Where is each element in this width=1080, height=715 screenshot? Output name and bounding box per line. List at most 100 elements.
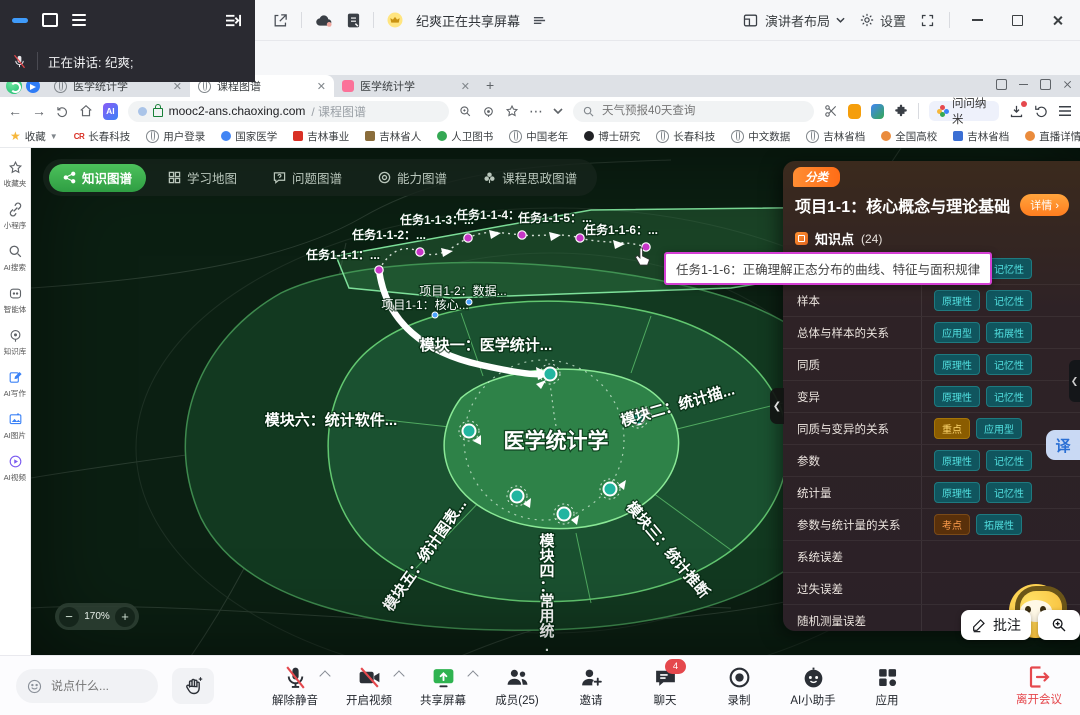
home-icon[interactable] [79, 104, 93, 118]
bookmark-item[interactable]: ★收藏▼ [10, 129, 58, 144]
bookmark-item[interactable]: 中文数据 [731, 129, 790, 144]
bookmark-item[interactable]: 博士研究 [584, 129, 640, 144]
refresh-icon[interactable] [56, 105, 69, 118]
browser-maximize-button[interactable] [1040, 79, 1051, 90]
magnify-button[interactable] [1038, 610, 1080, 640]
chevron-up-icon[interactable] [319, 670, 330, 681]
task-label[interactable]: 任务1-1-5：... [517, 210, 592, 225]
fullscreen-icon[interactable] [920, 13, 935, 28]
bookmark-item[interactable]: 中国老年 [509, 129, 568, 144]
zoom-out-button[interactable]: − [59, 607, 79, 627]
graph-nav-ability[interactable]: 能力图谱 [364, 164, 461, 192]
ai-icon[interactable]: AI [103, 103, 118, 120]
annotate-button[interactable]: 批注 [961, 610, 1031, 640]
browser-close-button[interactable] [1063, 80, 1072, 89]
bookmark-item[interactable]: 全国高校 [881, 129, 937, 144]
new-tab-button[interactable]: + [486, 77, 494, 93]
extensions-puzzle-icon[interactable] [894, 104, 908, 118]
chevron-up-icon[interactable] [467, 670, 478, 681]
graph-nav-clover[interactable]: 课程思政图谱 [469, 164, 591, 192]
knowledge-point-row[interactable]: 变异原理性记忆性 [783, 381, 1080, 413]
open-external-icon[interactable] [272, 12, 289, 29]
bookmark-item[interactable]: 人卫图书 [437, 129, 493, 144]
graph-nav-network[interactable]: 知识图谱 [49, 164, 146, 192]
more-icon[interactable]: ⋯ [529, 103, 543, 120]
layout-selector[interactable]: 演讲者布局 [742, 11, 845, 30]
extension-icon[interactable] [871, 104, 884, 119]
graph-nav-question[interactable]: 问题图谱 [259, 164, 356, 192]
module-label[interactable]: 模块六：统计软件... [265, 411, 398, 429]
panel-menu-icon[interactable] [72, 14, 86, 27]
bookmark-item[interactable]: 用户登录 [146, 129, 205, 144]
bookmark-item[interactable]: 吉林省档 [806, 129, 865, 144]
module-label[interactable]: 模块四：常用统... [539, 532, 555, 656]
task-label[interactable]: 任务1-1-1：... [305, 247, 380, 262]
module-label[interactable]: 模块一：医学统计... [420, 336, 553, 354]
edge-collapse-handle[interactable]: ❮ [1069, 360, 1080, 402]
minimize-button[interactable] [964, 7, 990, 33]
toolbar-button-mic-off[interactable]: 解除静音 [270, 665, 320, 708]
downloads-icon[interactable] [1009, 104, 1024, 119]
zoom-in-button[interactable]: + [115, 607, 135, 627]
forward-icon[interactable]: → [32, 103, 46, 119]
knowledge-point-row[interactable]: 同质与变异的关系重点应用型 [783, 413, 1080, 445]
task-label[interactable]: 任务1-1-6：... [583, 222, 658, 237]
bookmark-item[interactable]: 长春科技 [656, 129, 715, 144]
toolbar-button-screen-share[interactable]: 共享屏幕 [418, 665, 468, 708]
toolbar-button-invite[interactable]: 邀请 [566, 665, 616, 708]
panel-window-icon[interactable] [42, 13, 58, 27]
menu-icon[interactable] [1058, 105, 1072, 117]
document-icon[interactable] [346, 12, 361, 29]
project-label[interactable]: 项目1-1：核心... [381, 298, 468, 312]
bookmark-star-icon[interactable] [505, 104, 519, 118]
tab-close-icon[interactable]: ✕ [461, 80, 470, 93]
sidebar-item-image[interactable]: AI图片 [0, 412, 30, 441]
bookmark-item[interactable]: 吉林省人 [365, 129, 421, 144]
project-label[interactable]: 项目1-2：数据... [419, 283, 506, 298]
back-icon[interactable]: ← [8, 103, 22, 119]
course-center-label[interactable]: 医学统计学 [504, 429, 609, 453]
sidebar-item-video[interactable]: AI视频 [0, 454, 30, 483]
panel-minimize-icon[interactable] [12, 18, 28, 23]
detail-button[interactable]: 详情 › [1020, 194, 1069, 216]
sidebar-item-search[interactable]: AI搜索 [0, 244, 30, 273]
translate-button[interactable]: 译 [1046, 430, 1080, 460]
panel-collapse-handle[interactable]: ❮ [770, 388, 784, 424]
quick-search-box[interactable] [573, 101, 814, 122]
nano-assistant-button[interactable]: 问问纳米 [929, 101, 999, 121]
settings-button[interactable]: 设置 [859, 11, 906, 30]
bookmark-item[interactable]: 直播详情 [1025, 129, 1080, 144]
sidebar-item-agent[interactable]: 智能体 [0, 286, 30, 315]
toolbar-button-ai-assistant[interactable]: AI小助手 [788, 665, 838, 708]
raise-hand-button[interactable] [172, 668, 214, 704]
knowledge-graph-canvas[interactable]: 任务1-1-1：... 任务1-1-2：... 任务1-1-3：... 任务1-… [31, 148, 1080, 656]
maximize-button[interactable] [1004, 7, 1030, 33]
zoom-page-icon[interactable] [459, 105, 472, 118]
leave-meeting-button[interactable]: 离开会议 [1016, 665, 1062, 707]
scissors-icon[interactable] [824, 104, 838, 118]
cloud-icon[interactable] [314, 12, 334, 28]
panel-collapse-icon[interactable] [224, 13, 243, 28]
url-bar[interactable]: mooc2-ans.chaoxing.com / 课程图谱 [128, 101, 449, 122]
knowledge-point-row[interactable]: 参数与统计量的关系考点拓展性 [783, 509, 1080, 541]
reader-icon[interactable] [482, 105, 495, 118]
sidebar-item-link[interactable]: 小程序 [0, 202, 30, 231]
sidebar-item-knowledge[interactable]: 知识库 [0, 328, 30, 357]
toolbar-button-chat[interactable]: 聊天4 [640, 665, 690, 708]
knowledge-point-row[interactable]: 参数原理性记忆性 [783, 445, 1080, 477]
undo-icon[interactable] [1034, 104, 1048, 118]
toolbar-button-cam-off[interactable]: 开启视频 [344, 665, 394, 708]
knowledge-point-row[interactable]: 系统误差 [783, 541, 1080, 573]
knowledge-point-row[interactable]: 总体与样本的关系应用型拓展性 [783, 317, 1080, 349]
bookmark-item[interactable]: 吉林事业 [293, 129, 349, 144]
bookmark-item[interactable]: CR长春科技 [74, 129, 131, 144]
sidebar-item-write[interactable]: AI写作 [0, 370, 30, 399]
chevron-up-icon[interactable] [393, 670, 404, 681]
quick-search-input[interactable] [600, 104, 804, 118]
extension-icon[interactable] [848, 104, 861, 119]
browser-tab[interactable]: 医学统计学✕ [334, 75, 478, 97]
sidebar-item-star[interactable]: 收藏夹 [0, 160, 30, 189]
task-label[interactable]: 任务1-1-2：... [351, 227, 426, 242]
tab-close-icon[interactable]: ✕ [317, 80, 326, 93]
toolbar-button-members[interactable]: 成员(25) [492, 665, 542, 708]
